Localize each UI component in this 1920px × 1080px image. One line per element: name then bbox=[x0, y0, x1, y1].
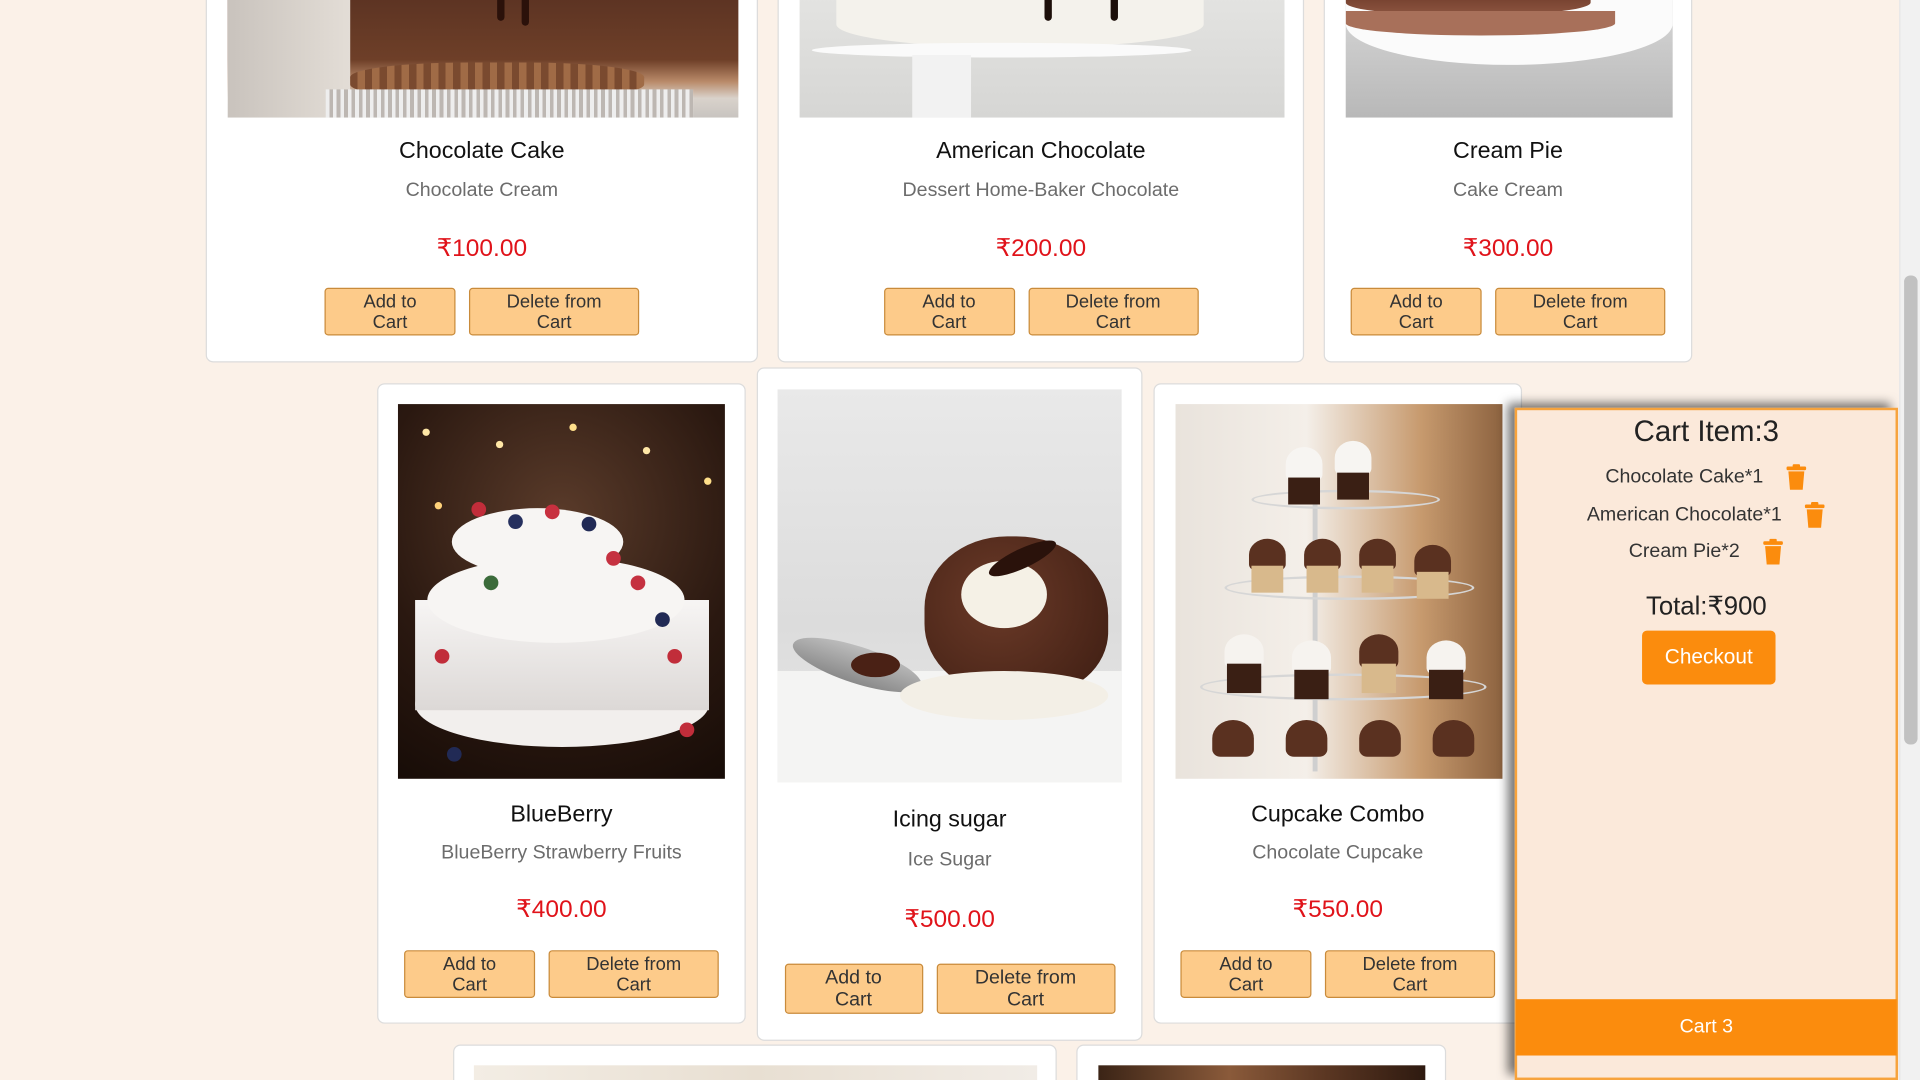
add-to-cart-button[interactable]: Add to Cart bbox=[324, 287, 456, 336]
delete-from-cart-button[interactable]: Delete from Cart bbox=[936, 963, 1115, 1014]
trash-icon[interactable] bbox=[1762, 538, 1784, 566]
cart-title: Cart Item:3 bbox=[1633, 415, 1780, 449]
trash-icon[interactable] bbox=[1785, 464, 1807, 491]
product-name: Cupcake Combo bbox=[1251, 802, 1425, 828]
product-image-american-chocolate bbox=[799, 0, 1285, 118]
product-tags: Chocolate Cupcake bbox=[1252, 842, 1424, 864]
add-to-cart-button[interactable]: Add to Cart bbox=[1180, 950, 1312, 998]
product-card-chocolate-cake: Chocolate Cake Chocolate Cream ₹100.00 A… bbox=[205, 0, 758, 363]
cart-toggle-bar[interactable]: Cart 3 bbox=[1515, 999, 1897, 1056]
delete-from-cart-button[interactable]: Delete from Cart bbox=[1027, 287, 1199, 336]
product-tags: Cake Cream bbox=[1452, 180, 1563, 201]
add-to-cart-button[interactable]: Add to Cart bbox=[883, 287, 1015, 336]
product-tags: BlueBerry Strawberry Fruits bbox=[441, 842, 682, 864]
product-price: ₹500.00 bbox=[904, 906, 995, 934]
product-image-icing-sugar bbox=[777, 389, 1122, 783]
product-price: ₹300.00 bbox=[1462, 235, 1554, 263]
product-card-cupcake-combo: Cupcake Combo Chocolate Cupcake ₹550.00 … bbox=[1153, 383, 1523, 1024]
product-card-cream-pie: Cream Pie Cake Cream ₹300.00 Add to Cart… bbox=[1323, 0, 1693, 363]
cart-item: Cream Pie*2 bbox=[1517, 538, 1895, 566]
delete-from-cart-button[interactable]: Delete from Cart bbox=[548, 950, 719, 998]
product-image-partial bbox=[473, 1065, 1038, 1080]
page-scrollbar[interactable] bbox=[1899, 0, 1920, 1080]
add-to-cart-button[interactable]: Add to Cart bbox=[784, 963, 923, 1014]
scrollbar-thumb[interactable] bbox=[1904, 275, 1918, 745]
delete-from-cart-button[interactable]: Delete from Cart bbox=[1324, 950, 1496, 998]
product-image-cream-pie bbox=[1345, 0, 1673, 118]
product-card-american-chocolate: American Chocolate Dessert Home-Baker Ch… bbox=[777, 0, 1305, 363]
cart-item-label: American Chocolate*1 bbox=[1586, 504, 1782, 526]
product-image-chocolate-cake bbox=[227, 0, 739, 118]
product-name: Cream Pie bbox=[1453, 138, 1563, 165]
product-name: Icing sugar bbox=[892, 806, 1007, 833]
cart-item-label: Cream Pie*2 bbox=[1628, 541, 1740, 563]
product-card-blueberry: BlueBerry BlueBerry Strawberry Fruits ₹4… bbox=[377, 383, 746, 1024]
add-to-cart-button[interactable]: Add to Cart bbox=[404, 950, 536, 998]
cart-item-label: Chocolate Cake*1 bbox=[1605, 466, 1764, 488]
product-name: BlueBerry bbox=[510, 802, 613, 828]
product-image-blueberry bbox=[397, 404, 725, 779]
delete-from-cart-button[interactable]: Delete from Cart bbox=[468, 287, 640, 336]
product-image-partial bbox=[1098, 1065, 1426, 1080]
product-price: ₹200.00 bbox=[995, 235, 1087, 263]
product-name: American Chocolate bbox=[936, 138, 1146, 165]
product-card-partial bbox=[453, 1044, 1057, 1080]
delete-from-cart-button[interactable]: Delete from Cart bbox=[1495, 287, 1666, 336]
product-price: ₹100.00 bbox=[436, 235, 528, 263]
add-to-cart-button[interactable]: Add to Cart bbox=[1350, 287, 1482, 336]
cake-shop-page: Chocolate Cake Chocolate Cream ₹100.00 A… bbox=[0, 0, 1920, 1080]
product-price: ₹400.00 bbox=[516, 896, 607, 924]
product-tags: Ice Sugar bbox=[907, 849, 992, 871]
checkout-button[interactable]: Checkout bbox=[1642, 630, 1776, 685]
product-price: ₹550.00 bbox=[1292, 896, 1384, 924]
cart-total: Total:₹900 bbox=[1645, 592, 1767, 621]
product-image-cupcake-combo bbox=[1175, 404, 1503, 779]
trash-icon[interactable] bbox=[1804, 502, 1826, 529]
product-name: Chocolate Cake bbox=[399, 138, 565, 165]
product-tags: Dessert Home-Baker Chocolate bbox=[902, 180, 1180, 201]
cart-item: American Chocolate*1 bbox=[1517, 502, 1895, 529]
cart-panel: Cart Item:3 Chocolate Cake*1 American Ch… bbox=[1514, 407, 1898, 1080]
product-card-partial bbox=[1076, 1044, 1447, 1080]
product-tags: Chocolate Cream bbox=[405, 180, 559, 201]
product-card-icing-sugar: Icing sugar Ice Sugar ₹500.00 Add to Car… bbox=[756, 367, 1143, 1041]
cart-item: Chocolate Cake*1 bbox=[1517, 464, 1895, 491]
